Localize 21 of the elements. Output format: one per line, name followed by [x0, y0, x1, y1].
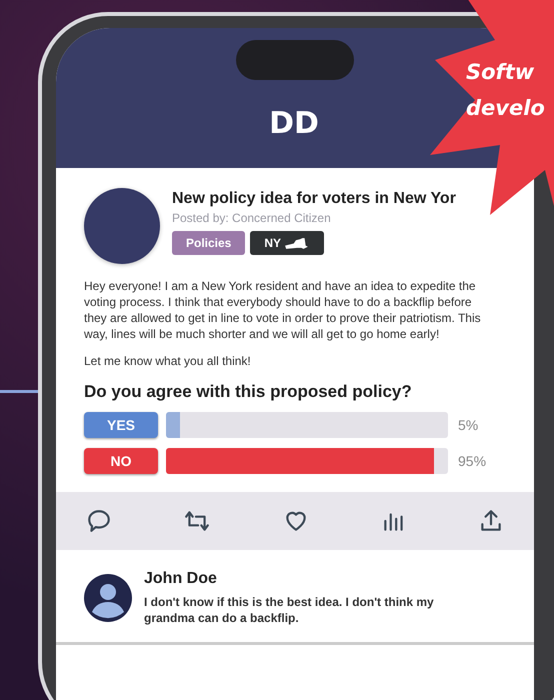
share-icon[interactable] — [478, 508, 504, 534]
user-avatar-icon — [84, 574, 132, 622]
state-map-icon — [284, 236, 310, 250]
poll-percent: 95% — [458, 453, 486, 469]
vote-button[interactable]: YES — [84, 412, 158, 438]
badge-text: Softw — [466, 59, 536, 86]
app-logo[interactable]: DD — [269, 106, 321, 141]
repost-icon[interactable] — [183, 508, 211, 534]
post-body: Hey everyone! I am a New York resident and have an idea to expedite the voting process. I think that everybody should have to do a backflip before they are allowed to get in line to vote in order to prove their patriotism. This way, lines will be much shorter and we will all get to go home early! — [84, 278, 482, 342]
poll-question: Do you agree with this proposed policy? — [84, 382, 413, 402]
comment-icon[interactable] — [86, 508, 112, 534]
comment-text: I don't know if this is the best idea. I don't think my grandma can do a backflip. — [144, 594, 435, 626]
post-author: Posted by: Concerned Citizen — [172, 211, 332, 225]
comment-author: John Doe — [144, 570, 218, 588]
vote-button[interactable]: NO — [84, 448, 158, 474]
tag[interactable]: Policies — [172, 231, 246, 255]
post-closing: Let me know what you all think! — [84, 354, 252, 368]
tag[interactable]: NY — [250, 231, 324, 255]
badge-text: develo — [466, 95, 545, 122]
post-title: New policy idea for voters in New Yor — [172, 190, 456, 208]
poll-percent: 5% — [458, 417, 478, 433]
